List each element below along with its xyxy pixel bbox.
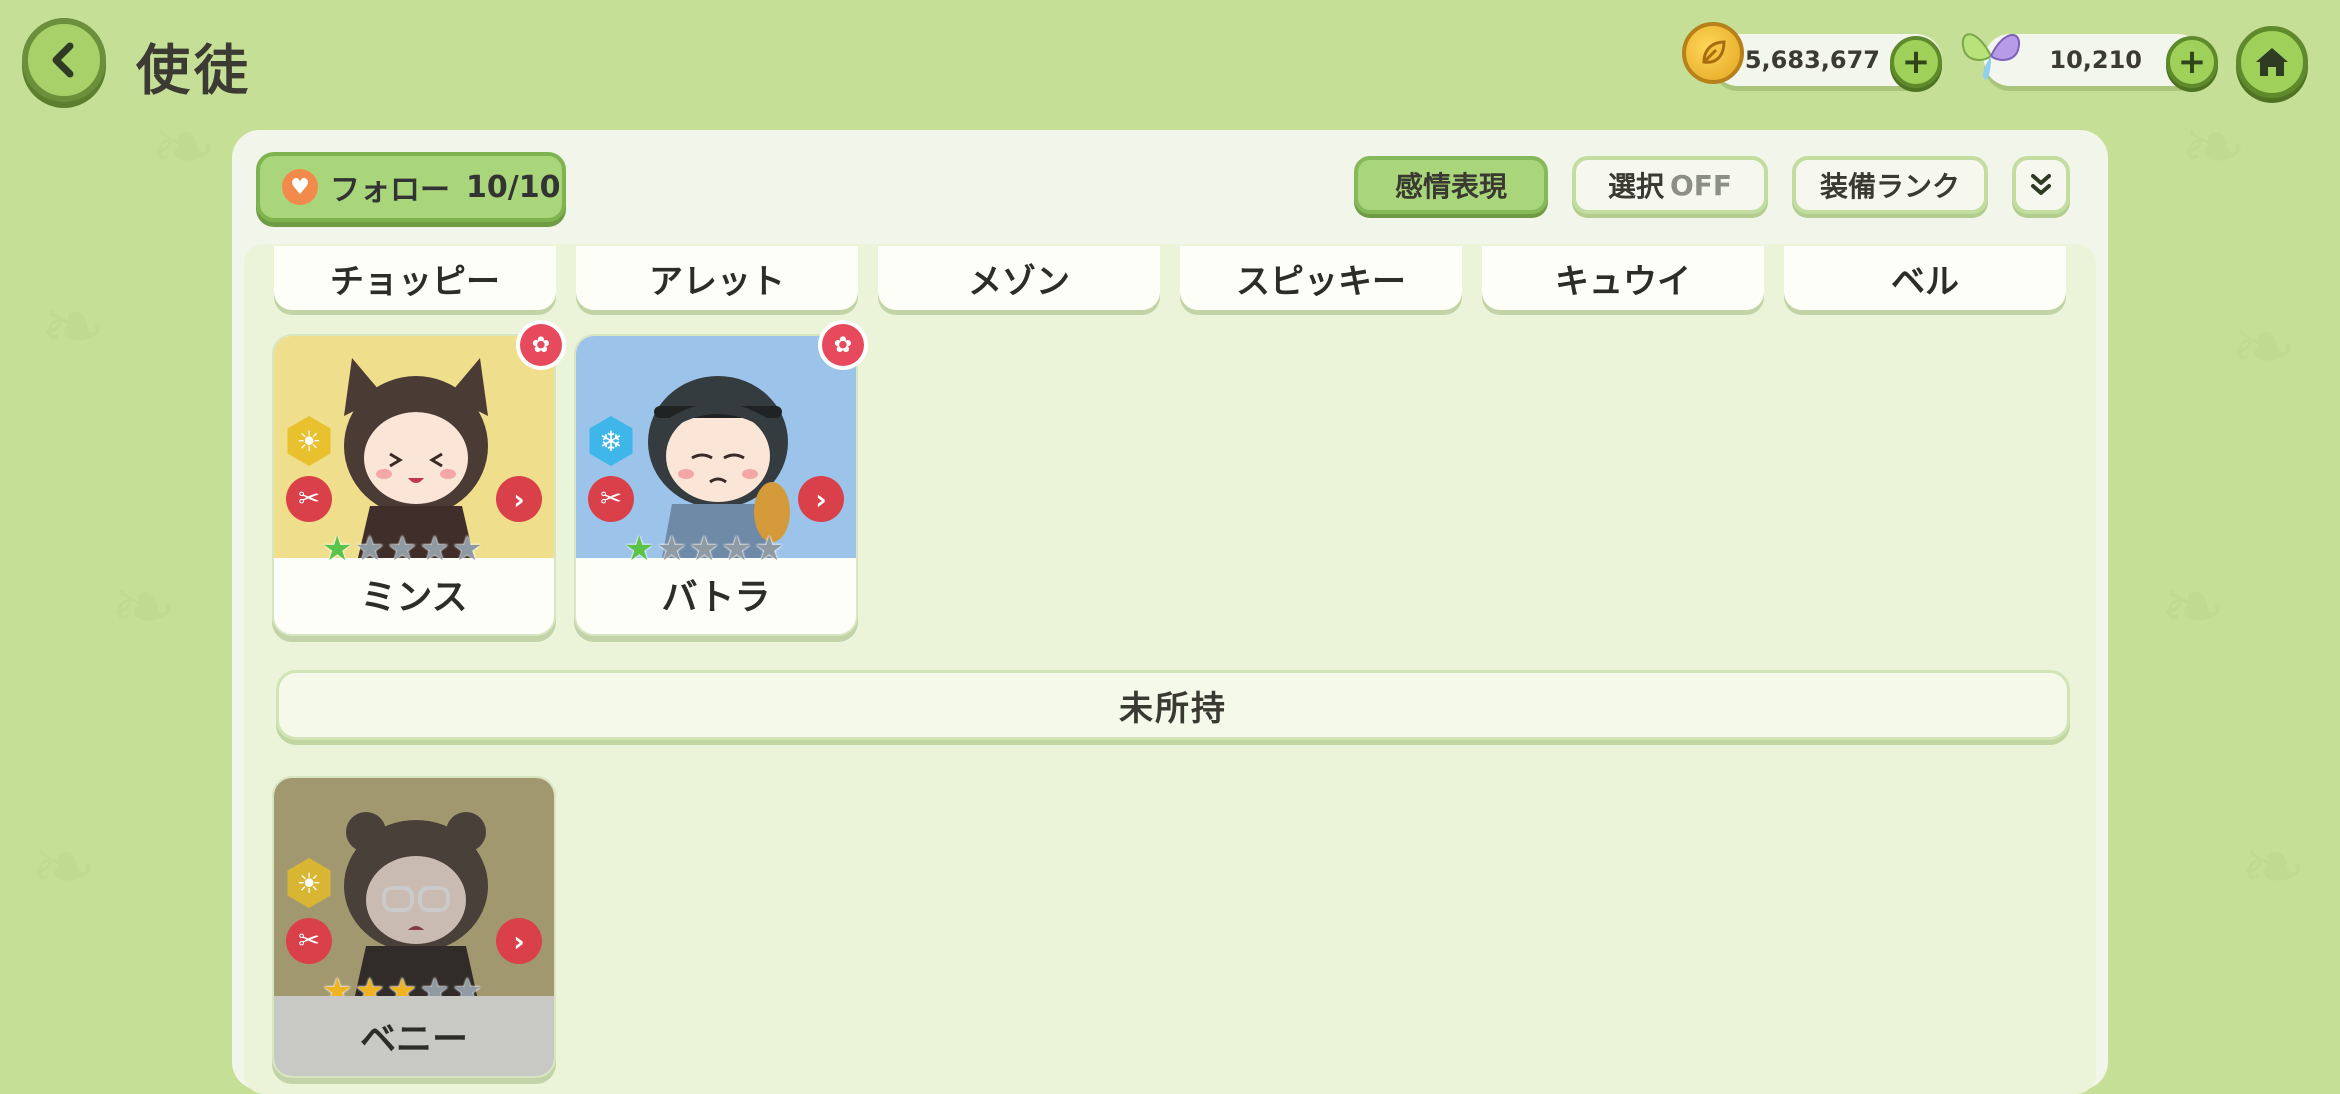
name-tab-label: キュウイ — [1555, 261, 1691, 302]
back-button[interactable] — [22, 18, 106, 102]
tools-icon[interactable]: ✂ — [588, 476, 634, 522]
name-tab[interactable]: アレット — [576, 246, 858, 310]
unowned-section-label: 未所持 — [1119, 688, 1227, 729]
character-card-benny[interactable]: ☀ ✂ › ★ ★ ★ ★ ★ ベニー — [272, 776, 556, 1078]
character-card-mince[interactable]: ☀ ✂ › ★ ★ ★ ★ ★ ミンス — [272, 334, 556, 636]
add-coins-button[interactable]: + — [1890, 36, 1942, 88]
unowned-section-header: 未所持 — [276, 670, 2070, 740]
coin-amount: 5,683,677 — [1744, 46, 1880, 74]
expand-button[interactable] — [2012, 156, 2070, 214]
follow-count: 10/10 — [466, 169, 561, 205]
chevron-right-icon[interactable]: › — [496, 476, 542, 522]
background-leaf-icon: ❧ — [2230, 300, 2298, 393]
name-tab[interactable]: メゾン — [878, 246, 1160, 310]
character-card-batora[interactable]: ❄ ✂ › ★ ★ ★ ★ ★ バトラ — [574, 334, 858, 636]
follow-button[interactable]: ♥ フォロー 10/10 — [256, 152, 566, 222]
equip-rank-label: 装備ランク — [1819, 170, 1960, 203]
tools-icon[interactable]: ✂ — [286, 476, 332, 522]
tools-icon[interactable]: ✂ — [286, 918, 332, 964]
flower-icon: ✿ — [822, 324, 864, 366]
double-chevron-down-icon — [2031, 174, 2051, 195]
name-tab[interactable]: チョッピー — [274, 246, 556, 310]
equip-rank-button[interactable]: 装備ランク — [1792, 156, 1988, 214]
background-leaf-icon: ❧ — [2240, 820, 2308, 913]
butterfly-icon — [1956, 22, 2026, 84]
select-toggle[interactable]: 選択 OFF — [1572, 156, 1768, 214]
character-name: バトラ — [661, 577, 771, 618]
name-tab-label: スピッキー — [1236, 261, 1406, 302]
home-icon — [2256, 48, 2288, 76]
add-gems-button[interactable]: + — [2166, 36, 2218, 88]
name-tab[interactable]: スピッキー — [1180, 246, 1462, 310]
flower-icon: ✿ — [520, 324, 562, 366]
name-tab-label: チョッピー — [330, 261, 500, 302]
name-tab-label: ベル — [1891, 261, 1959, 302]
background-leaf-icon: ❧ — [150, 100, 218, 193]
select-state: OFF — [1669, 168, 1733, 202]
background-leaf-icon: ❧ — [30, 820, 98, 913]
chevron-right-icon[interactable]: › — [798, 476, 844, 522]
character-name: ミンス — [360, 577, 468, 618]
background-leaf-icon: ❧ — [40, 280, 108, 373]
background-leaf-icon: ❧ — [2180, 100, 2248, 193]
select-label: 選択 — [1607, 170, 1664, 203]
name-tab[interactable]: キュウイ — [1482, 246, 1764, 310]
background-leaf-icon: ❧ — [110, 560, 178, 653]
coin-icon — [1682, 22, 1744, 84]
emotion-label: 感情表現 — [1394, 170, 1507, 203]
name-tab[interactable]: ベル — [1784, 246, 2066, 310]
name-tab-label: メゾン — [968, 261, 1070, 302]
page-title: 使徒 — [136, 39, 252, 102]
home-button[interactable] — [2236, 26, 2308, 98]
chevron-left-icon — [52, 42, 74, 78]
emotion-button[interactable]: 感情表現 — [1354, 156, 1548, 214]
heart-icon: ♥ — [282, 169, 318, 205]
gem-amount: 10,210 — [2049, 46, 2142, 74]
follow-label: フォロー — [330, 173, 450, 208]
name-tab-label: アレット — [649, 261, 785, 302]
chevron-right-icon[interactable]: › — [496, 918, 542, 964]
character-name: ベニー — [274, 996, 554, 1076]
background-leaf-icon: ❧ — [2160, 560, 2228, 653]
